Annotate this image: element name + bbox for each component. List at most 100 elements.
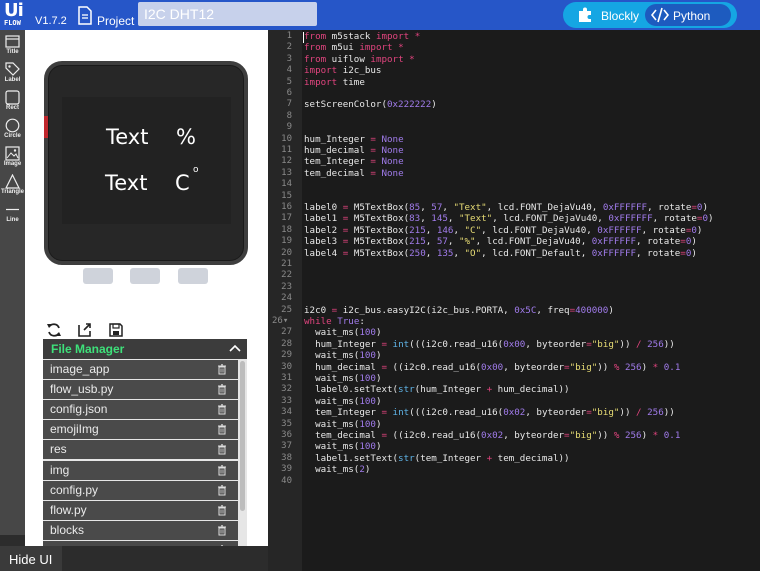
code-token: import [370,53,404,65]
refresh-icon[interactable] [46,322,62,338]
code-line[interactable]: from uiflow import * [304,54,760,65]
code-line[interactable]: label4 = M5TextBox(250, 135, "O", lcd.FO… [304,248,760,259]
code-token: import [375,31,410,42]
code-token: int [392,407,410,419]
blockly-mode-button[interactable]: Blockly [569,5,647,25]
code-token: wait_ms( [304,395,360,407]
screen-label1[interactable]: Text [105,171,147,195]
screen-label3[interactable]: % [176,125,196,149]
code-line[interactable]: wait_ms(2) [304,464,760,475]
trash-icon[interactable] [217,484,227,496]
code-token: )) [619,338,637,350]
device-screen[interactable]: Text % Text C o [62,97,231,224]
file-list-item[interactable]: flow_usb.py [43,380,238,400]
screen-label0[interactable]: Text [106,125,148,149]
code-line[interactable]: import i2c_bus [304,65,760,76]
trash-icon[interactable] [217,424,227,435]
code-line[interactable]: tem_Integer = int(((i2c0.read_u16(0x02, … [304,407,760,418]
code-line[interactable]: wait_ms(100) [304,441,760,452]
code-line[interactable]: i2c0 = i2c_bus.easyI2C(i2c_bus.PORTA, 0x… [304,305,760,316]
code-token: M5TextBox( [348,213,410,225]
code-line[interactable]: wait_ms(100) [304,373,760,384]
code-token: import [359,42,393,54]
code-line[interactable]: hum_Integer = int(((i2c0.read_u16(0x00, … [304,339,760,350]
device-button-b [130,268,160,284]
code-line[interactable]: tem_Integer = None [304,156,760,167]
file-list-scrollbar[interactable] [240,361,245,511]
tool-label: Image [3,161,22,167]
line-icon [6,208,19,211]
trash-icon[interactable] [217,504,227,516]
file-list-item[interactable]: config.json [43,400,238,420]
file-manager-header[interactable]: File Manager [43,339,247,359]
file-list-item[interactable]: res [43,440,238,460]
code-token: , byteorder [503,430,565,441]
code-line[interactable]: tem_decimal = None [304,168,760,179]
code-line[interactable]: wait_ms(100) [304,396,760,407]
project-name-input[interactable]: I2C DHT12 [138,2,317,26]
chevron-up-icon[interactable] [229,343,241,355]
trash-icon[interactable] [217,404,227,415]
tool-label-widget[interactable]: Label [0,60,25,88]
upload-icon[interactable] [77,322,93,338]
screen-label2[interactable]: C [175,171,190,195]
document-icon[interactable] [77,6,93,25]
code-line[interactable]: setScreenColor(0x222222) [304,99,760,110]
trash-icon[interactable] [217,545,227,546]
code-line[interactable]: label0 = M5TextBox(85, 57, "Text", lcd.F… [304,202,760,213]
trash-icon[interactable] [217,464,227,476]
line-number: 23 [281,281,292,292]
file-list-item[interactable]: img [43,460,238,480]
code-line[interactable]: hum_Integer = None [304,134,760,145]
code-line[interactable]: label1 = M5TextBox(83, 145, "Text", lcd.… [304,213,760,224]
code-token: 256 [624,361,642,373]
tool-label: Triangle [0,189,24,195]
trash-icon[interactable] [217,364,227,375]
tool-triangle[interactable]: Triangle [0,172,25,200]
project-label[interactable]: Project [97,14,134,28]
tool-rect[interactable]: Rect [0,88,25,116]
code-line[interactable]: wait_ms(100) [304,327,760,338]
code-line[interactable]: label0.setText(str(hum_Integer + hum_dec… [304,384,760,395]
file-list-item[interactable]: image_app [43,360,238,379]
top-bar: Ui FLOW V1.7.2 Project I2C DHT12 Blockly… [0,0,760,30]
code-line[interactable]: from m5ui import * [304,42,760,53]
python-label: Python [673,9,711,23]
code-line[interactable]: hum_decimal = ((i2c0.read_u16(0x00, byte… [304,362,760,373]
code-line[interactable]: while True: [304,316,760,327]
hide-ui-button[interactable]: Hide UI [0,546,62,571]
code-token: tem_decimal [304,167,371,179]
file-list-item[interactable]: blocks [43,520,238,540]
mode-toggle[interactable]: Blockly Python [563,2,737,28]
file-list[interactable]: image_app flow_usb.py config.json emojiImg r… [43,359,247,546]
code-token: 0.1 [663,361,681,373]
code-line[interactable]: label1.setText(str(tem_Integer + tem_dec… [304,453,760,464]
file-list-item[interactable]: emojiImg [43,420,238,440]
code-line[interactable]: wait_ms(100) [304,419,760,430]
code-line[interactable]: label2 = M5TextBox(215, 146, "C", lcd.FO… [304,225,760,236]
tool-image[interactable]: Image [0,144,25,172]
file-list-item[interactable]: apps [43,540,238,546]
code-line[interactable]: import time [304,77,760,88]
screen-label4[interactable]: o [193,165,199,175]
file-list-item[interactable]: config.py [43,480,238,500]
code-line[interactable]: from m5stack import * [304,31,760,42]
line-number: 37 [281,441,292,452]
trash-icon[interactable] [217,444,227,455]
tool-title[interactable]: Title [0,32,25,60]
python-mode-button[interactable]: Python [645,4,731,26]
file-list-item[interactable]: flow.py [43,500,238,520]
trash-icon[interactable] [217,525,227,536]
trash-icon[interactable] [217,384,227,395]
code-token: label1 [304,213,343,225]
save-icon[interactable] [108,322,124,338]
tool-circle[interactable]: Circle [0,116,25,144]
code-line[interactable]: wait_ms(100) [304,350,760,361]
line-number: 35 [281,418,292,429]
code-token: import [304,76,338,88]
code-line[interactable]: tem_decimal = ((i2c0.read_u16(0x02, byte… [304,430,760,441]
code-editor[interactable]: 1 2 3 4 5 6 7 8 9 10 11 12 13 14 15 16 17 18 19 20 21 22 23 24 2… [268,30,760,571]
code-line[interactable]: hum_decimal = None [304,145,760,156]
code-line[interactable]: label3 = M5TextBox(215, 57, "%", lcd.FON… [304,236,760,247]
tool-line[interactable]: Line [0,200,25,228]
